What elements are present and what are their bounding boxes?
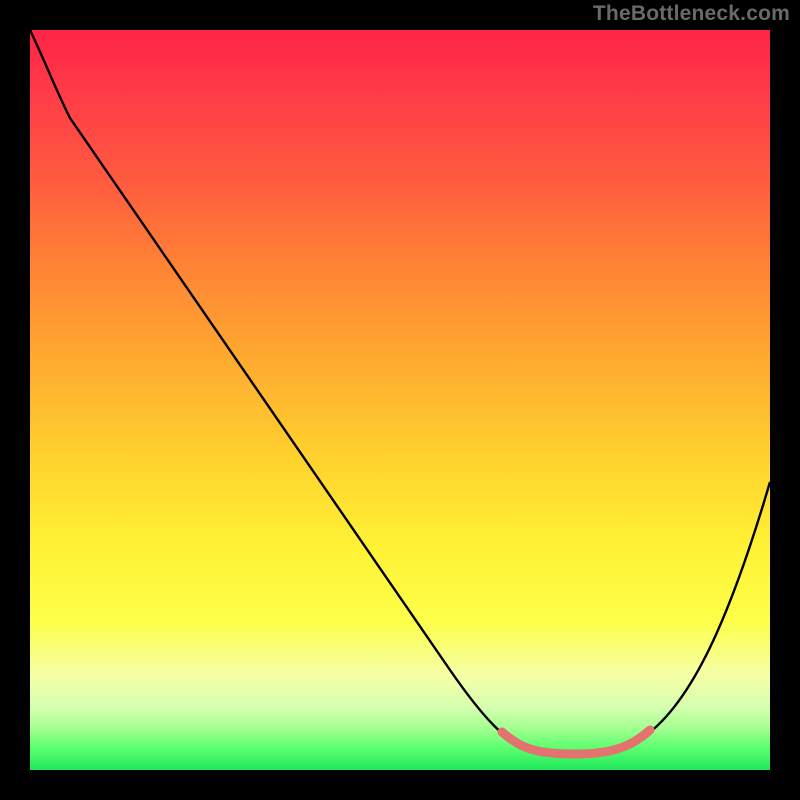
watermark-label: TheBottleneck.com xyxy=(593,2,790,26)
gradient-plot-area xyxy=(30,30,770,770)
chart-frame: TheBottleneck.com xyxy=(0,0,800,800)
